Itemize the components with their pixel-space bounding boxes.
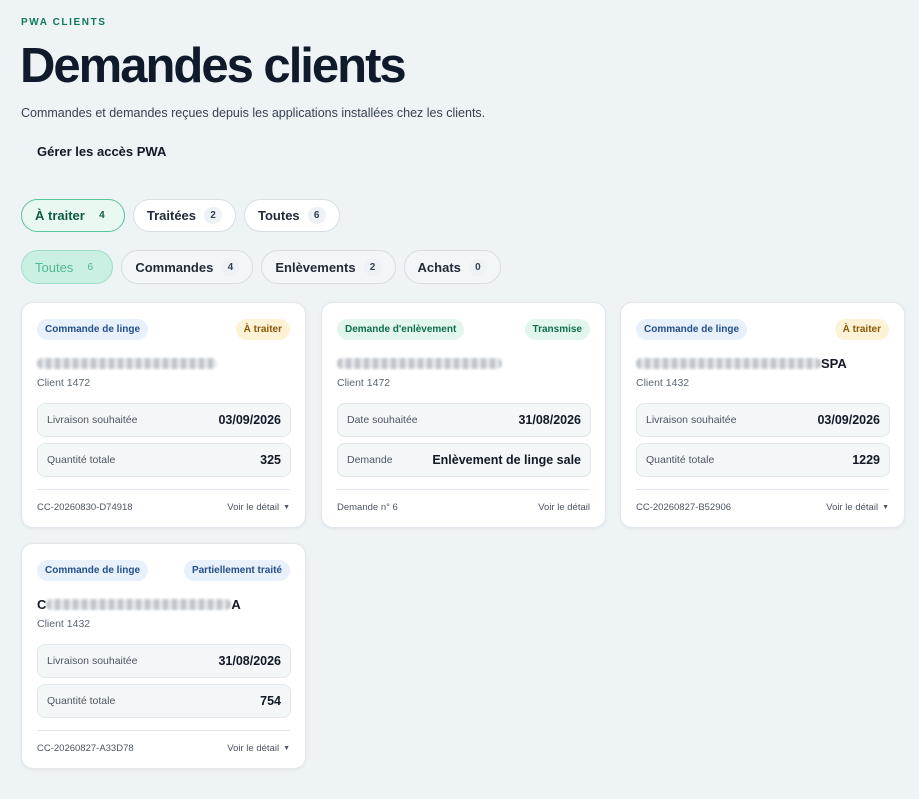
field-value: 03/09/2026 — [218, 413, 281, 427]
request-type-badge: Commande de linge — [37, 560, 149, 581]
field-total-quantity: Quantité totale 325 — [37, 443, 291, 477]
filter-label: Enlèvements — [275, 259, 356, 275]
eyebrow-label: PWA CLIENTS — [21, 17, 107, 28]
field-request: Demande Enlèvement de linge sale — [337, 443, 591, 477]
field-total-quantity: Quantité totale 754 — [37, 684, 291, 718]
filter-a-traiter[interactable]: À traiter 4 — [21, 199, 125, 232]
card-divider — [636, 489, 889, 490]
client-id: Client 1472 — [337, 377, 391, 389]
card-divider — [37, 730, 290, 731]
client-name: SPA — [636, 354, 891, 372]
filter-count-badge: 2 — [204, 207, 223, 224]
redacted-text — [37, 357, 217, 369]
field-label: Quantité totale — [646, 454, 715, 466]
card-divider — [337, 489, 590, 490]
view-detail-label: Voir le détail — [538, 502, 590, 513]
field-label: Livraison souhaitée — [47, 655, 138, 667]
filter-label: Traitées — [146, 208, 197, 223]
view-detail-link[interactable]: Voir le détail ▼ — [826, 502, 889, 513]
client-name: C A — [37, 595, 292, 613]
filter-toutes-type[interactable]: Toutes 6 — [21, 250, 114, 284]
field-label: Quantité totale — [47, 454, 116, 466]
client-name — [337, 354, 592, 372]
filter-label: À traiter — [35, 208, 85, 223]
client-id: Client 1472 — [37, 377, 91, 389]
redacted-text — [636, 357, 821, 369]
view-detail-link[interactable]: Voir le détail — [538, 502, 590, 513]
field-value: 03/09/2026 — [817, 413, 880, 427]
field-value: 31/08/2026 — [518, 413, 581, 427]
view-detail-label: Voir le détail — [227, 743, 280, 754]
filter-label: Toutes — [35, 259, 74, 275]
page-subtitle: Commandes et demandes reçues depuis les … — [21, 106, 486, 120]
request-card[interactable]: Commande de linge Partiellement traité C… — [21, 543, 306, 769]
page-title: Demandes clients — [20, 39, 407, 93]
client-name-prefix: C — [37, 596, 47, 612]
type-filter-bar: Toutes 6 Commandes 4 Enlèvements 2 Achat… — [21, 250, 501, 284]
chevron-down-icon: ▼ — [283, 504, 290, 511]
chevron-down-icon: ▼ — [283, 745, 290, 752]
chevron-down-icon: ▼ — [882, 504, 889, 511]
field-value: 1229 — [852, 453, 880, 467]
status-filter-bar: À traiter 4 Traitées 2 Toutes 6 — [21, 199, 340, 232]
status-badge: Transmise — [524, 319, 590, 340]
filter-commandes[interactable]: Commandes 4 — [121, 250, 254, 284]
status-badge: À traiter — [235, 319, 290, 340]
client-name — [37, 354, 292, 372]
field-delivery-date: Livraison souhaitée 03/09/2026 — [636, 403, 890, 437]
filter-enlevements[interactable]: Enlèvements 2 — [261, 250, 396, 284]
field-value: 31/08/2026 — [218, 654, 281, 668]
filter-count-badge: 2 — [363, 258, 382, 276]
filter-toutes-status[interactable]: Toutes 6 — [244, 199, 340, 232]
filter-traitees[interactable]: Traitées 2 — [132, 199, 237, 232]
filter-count-badge: 6 — [307, 207, 326, 224]
status-badge: Partiellement traité — [183, 560, 290, 581]
view-detail-link[interactable]: Voir le détail ▼ — [227, 743, 290, 754]
request-type-badge: Demande d'enlèvement — [337, 319, 465, 340]
order-reference: CC-20260827-A33D78 — [37, 743, 134, 754]
filter-label: Toutes — [258, 208, 300, 223]
view-detail-label: Voir le détail — [227, 502, 280, 513]
request-type-badge: Commande de linge — [636, 319, 748, 340]
client-name-suffix: A — [231, 596, 241, 612]
manage-pwa-access-link[interactable]: Gérer les accès PWA — [37, 144, 166, 159]
status-badge: À traiter — [834, 319, 889, 340]
field-label: Livraison souhaitée — [47, 414, 138, 426]
view-detail-label: Voir le détail — [826, 502, 879, 513]
client-id: Client 1432 — [37, 618, 91, 630]
field-label: Demande — [347, 454, 393, 466]
client-id: Client 1432 — [636, 377, 690, 389]
filter-achats[interactable]: Achats 0 — [403, 250, 501, 284]
request-card[interactable]: Commande de linge À traiter SPA Client 1… — [620, 302, 905, 528]
request-number: Demande n° 6 — [337, 502, 398, 513]
field-value: 325 — [260, 453, 281, 467]
client-name-suffix: SPA — [821, 355, 847, 371]
request-card[interactable]: Commande de linge À traiter Client 1472 … — [21, 302, 306, 528]
request-type-badge: Commande de linge — [37, 319, 149, 340]
field-delivery-date: Livraison souhaitée 03/09/2026 — [37, 403, 291, 437]
filter-count-badge: 4 — [221, 258, 240, 276]
filter-count-badge: 6 — [87, 261, 94, 273]
filter-count-badge: 4 — [99, 210, 105, 221]
field-value: Enlèvement de linge sale — [432, 453, 581, 467]
order-reference: CC-20260827-B52906 — [636, 502, 732, 513]
field-label: Date souhaitée — [347, 414, 418, 426]
filter-count-badge: 0 — [468, 258, 487, 276]
field-delivery-date: Livraison souhaitée 31/08/2026 — [37, 644, 291, 678]
field-label: Quantité totale — [47, 695, 116, 707]
redacted-text — [337, 357, 502, 369]
order-reference: CC-20260830-D74918 — [37, 502, 133, 513]
request-card[interactable]: Demande d'enlèvement Transmise Client 14… — [321, 302, 606, 528]
field-total-quantity: Quantité totale 1229 — [636, 443, 890, 477]
filter-label: Commandes — [135, 259, 214, 275]
view-detail-link[interactable]: Voir le détail ▼ — [227, 502, 290, 513]
filter-label: Achats — [417, 259, 461, 275]
field-value: 754 — [260, 694, 281, 708]
field-label: Livraison souhaitée — [646, 414, 737, 426]
card-divider — [37, 489, 290, 490]
field-desired-date: Date souhaitée 31/08/2026 — [337, 403, 591, 437]
redacted-text — [46, 598, 232, 610]
